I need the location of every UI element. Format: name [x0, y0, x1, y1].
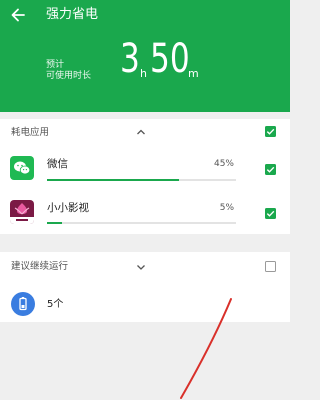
- red-annotation-line: [180, 298, 232, 399]
